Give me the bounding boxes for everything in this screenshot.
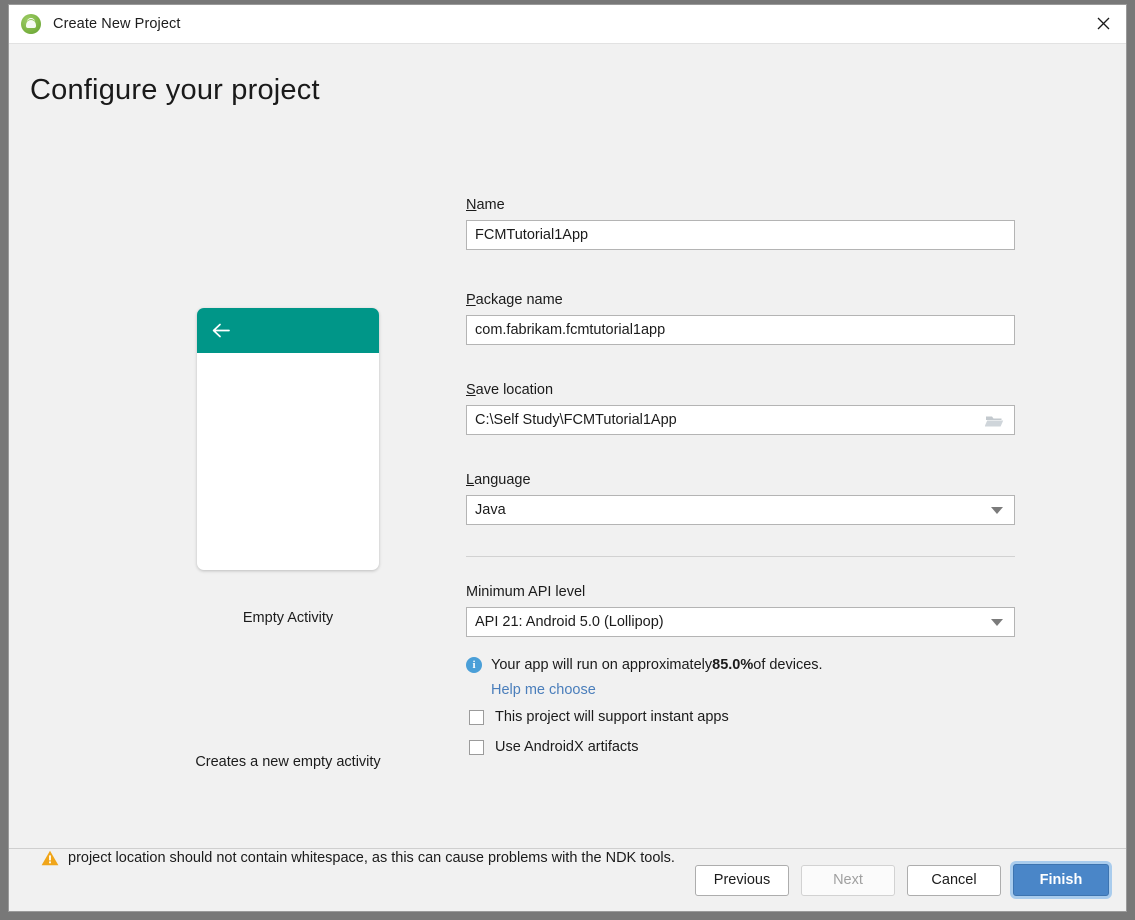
title-bar: Create New Project (9, 5, 1126, 44)
min-api-level-label: Minimum API level (466, 584, 1015, 600)
android-studio-icon (21, 14, 41, 34)
name-input-value: FCMTutorial1App (475, 227, 1006, 243)
field-group-save-location: Save location C:\Self Study\FCMTutorial1… (466, 382, 1015, 435)
help-me-choose-link[interactable]: Help me choose (491, 682, 596, 698)
finish-button[interactable]: Finish (1013, 864, 1109, 896)
name-label: Name (466, 197, 1015, 213)
chevron-down-icon (991, 507, 1003, 514)
api-coverage-suffix: of devices. (753, 657, 822, 673)
preview-app-bar (197, 308, 379, 353)
save-location-label-mnemonic: S (466, 382, 476, 398)
folder-open-icon[interactable] (985, 413, 1004, 428)
package-name-label: Package name (466, 292, 1015, 308)
min-api-level-selected-value: API 21: Android 5.0 (Lollipop) (475, 614, 991, 630)
next-button: Next (801, 865, 895, 896)
api-coverage-prefix: Your app will run on approximately (491, 657, 712, 673)
save-location-input-value: C:\Self Study\FCMTutorial1App (475, 412, 985, 428)
close-icon (1097, 17, 1110, 30)
cancel-button[interactable]: Cancel (907, 865, 1001, 896)
package-name-label-rest: ackage name (476, 292, 563, 308)
package-name-input[interactable]: com.fabrikam.fcmtutorial1app (466, 315, 1015, 345)
save-location-label-rest: ave location (476, 382, 553, 398)
warning-message: project location should not contain whit… (41, 850, 675, 866)
chevron-down-icon (991, 619, 1003, 626)
field-group-language: Language Java (466, 472, 1015, 525)
name-input[interactable]: FCMTutorial1App (466, 220, 1015, 250)
warning-triangle-icon (41, 850, 59, 866)
checkbox-instant-apps[interactable]: This project will support instant apps (469, 709, 729, 725)
api-coverage-percent: 85.0% (712, 657, 753, 673)
checkbox-androidx-label: Use AndroidX artifacts (495, 739, 638, 755)
min-api-level-dropdown[interactable]: API 21: Android 5.0 (Lollipop) (466, 607, 1015, 637)
info-icon: i (466, 657, 482, 673)
field-group-name: Name FCMTutorial1App (466, 197, 1015, 250)
field-group-min-api-level: Minimum API level API 21: Android 5.0 (L… (466, 584, 1015, 637)
package-name-input-value: com.fabrikam.fcmtutorial1app (475, 322, 1006, 338)
name-label-rest: ame (476, 197, 504, 213)
warning-text: project location should not contain whit… (68, 850, 675, 866)
previous-button[interactable]: Previous (695, 865, 789, 896)
save-location-input[interactable]: C:\Self Study\FCMTutorial1App (466, 405, 1015, 435)
create-new-project-dialog: Create New Project Configure your projec… (8, 4, 1127, 912)
field-group-package-name: Package name com.fabrikam.fcmtutorial1ap… (466, 292, 1015, 345)
checkbox-androidx-box[interactable] (469, 740, 484, 755)
template-description: Creates a new empty activity (147, 754, 429, 770)
language-label-mnemonic: L (466, 472, 474, 488)
template-preview: Empty Activity Creates a new empty activ… (197, 308, 379, 570)
dialog-body: Configure your project Empty Activity Cr… (9, 44, 1126, 848)
language-dropdown[interactable]: Java (466, 495, 1015, 525)
checkbox-instant-apps-label: This project will support instant apps (495, 709, 729, 725)
save-location-label: Save location (466, 382, 1015, 398)
form-divider (466, 556, 1015, 557)
language-label: Language (466, 472, 1015, 488)
checkbox-instant-apps-box[interactable] (469, 710, 484, 725)
window-title: Create New Project (53, 16, 181, 32)
language-selected-value: Java (475, 502, 991, 518)
api-coverage-info: i Your app will run on approximately 85.… (466, 657, 823, 673)
template-name: Empty Activity (197, 610, 379, 626)
name-label-mnemonic: N (466, 197, 476, 213)
page-title: Configure your project (30, 74, 320, 107)
back-arrow-icon (211, 322, 231, 339)
language-label-rest: anguage (474, 472, 530, 488)
close-button[interactable] (1080, 5, 1126, 42)
checkbox-androidx[interactable]: Use AndroidX artifacts (469, 739, 638, 755)
template-preview-card (197, 308, 379, 570)
package-name-label-mnemonic: P (466, 292, 476, 308)
